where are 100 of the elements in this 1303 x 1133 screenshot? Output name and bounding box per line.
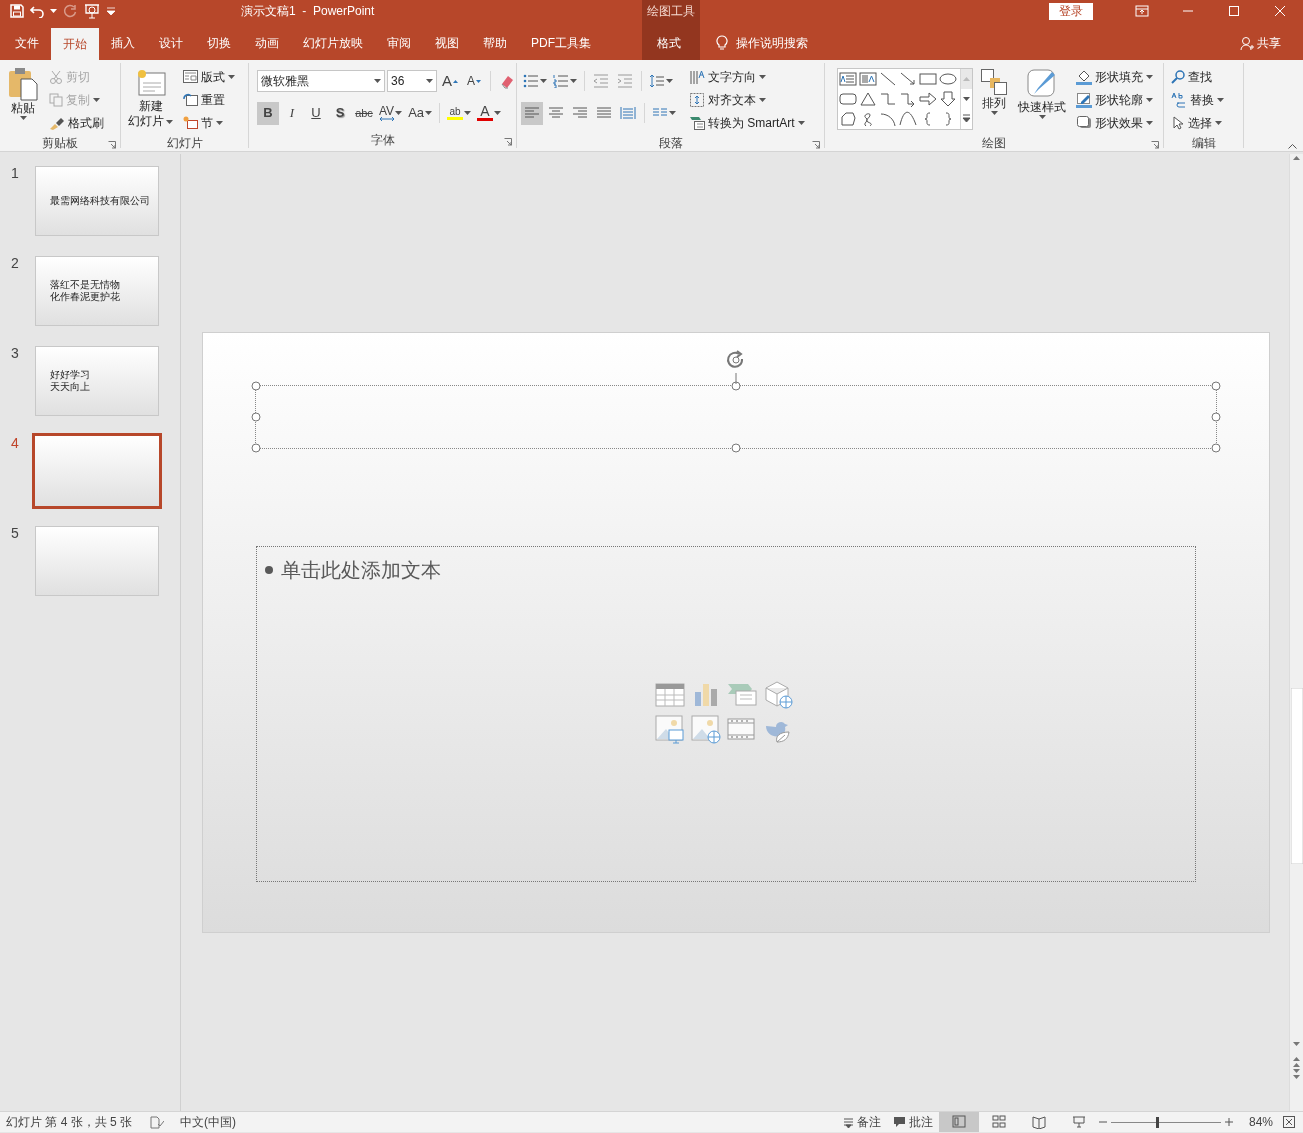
slide-thumbnail[interactable]: 最需网络科技有限公司	[35, 166, 159, 236]
dialog-launcher-icon[interactable]	[504, 138, 512, 146]
presenter-icon[interactable]	[83, 3, 101, 19]
quick-styles-button[interactable]: 快速样式	[1015, 65, 1069, 134]
new-slide-button[interactable]: 新建 幻灯片	[125, 65, 176, 134]
oval-icon[interactable]	[939, 73, 957, 85]
format-painter-button[interactable]: 格式刷	[46, 111, 116, 134]
next-slide-icon[interactable]	[1292, 1068, 1301, 1080]
ribbon-tab[interactable]: 帮助	[471, 28, 519, 58]
italic-button[interactable]: I	[281, 101, 303, 125]
collapse-ribbon-icon[interactable]	[1288, 144, 1297, 149]
shape-outline-button[interactable]: 形状轮廓	[1073, 88, 1159, 111]
ribbon-tab[interactable]: 审阅	[375, 28, 423, 58]
convert-to-smartart-button[interactable]: 转换为 SmartArt	[686, 111, 820, 134]
font-size-field[interactable]: 36	[387, 70, 437, 92]
ribbon-tab[interactable]: 插入	[99, 28, 147, 58]
freeform-icon[interactable]	[841, 112, 856, 126]
slide-thumbnail[interactable]	[32, 433, 162, 509]
reading-view-icon[interactable]	[1031, 1115, 1046, 1129]
highlight-button[interactable]: ab	[445, 101, 474, 125]
scribble-icon[interactable]	[864, 113, 872, 127]
strikethrough-button[interactable]: abc	[353, 101, 375, 125]
share-button[interactable]: 共享	[1240, 34, 1281, 52]
shape-fill-button[interactable]: 形状填充	[1073, 65, 1159, 88]
content-placeholder[interactable]: 单击此处添加文本	[256, 546, 1196, 882]
slide-thumbnail[interactable]: 落红不是无情物 化作春泥更护花	[35, 256, 159, 326]
insert-3d-model-icon[interactable]	[763, 680, 793, 710]
ribbon-tab[interactable]: 视图	[423, 28, 471, 58]
rounded-rectangle-icon[interactable]	[839, 93, 857, 105]
right-brace-icon[interactable]	[945, 112, 952, 126]
slide-thumbnail[interactable]	[35, 526, 159, 596]
zoom-level-button[interactable]: 84%	[1242, 1112, 1279, 1132]
maximize-icon[interactable]	[1227, 4, 1241, 18]
section-button[interactable]: 节	[180, 111, 244, 134]
slide-sorter-icon[interactable]	[991, 1115, 1006, 1129]
scroll-down-icon[interactable]	[1292, 1039, 1301, 1048]
close-icon[interactable]	[1273, 4, 1287, 18]
resize-handle[interactable]	[731, 381, 741, 391]
resize-handle[interactable]	[731, 443, 741, 453]
normal-view-icon[interactable]	[951, 1115, 966, 1129]
ribbon-display-icon[interactable]	[1135, 4, 1149, 18]
zoom-in-icon[interactable]	[1224, 1118, 1233, 1126]
underline-button[interactable]: U	[305, 101, 327, 125]
reset-button[interactable]: 重置	[180, 88, 244, 111]
ribbon-tab[interactable]: 动画	[243, 28, 291, 58]
triangle-icon[interactable]	[860, 92, 876, 106]
left-brace-icon[interactable]	[924, 112, 931, 126]
shadow-button[interactable]: S	[329, 101, 351, 125]
save-icon[interactable]	[10, 4, 24, 18]
resize-handle[interactable]	[1211, 443, 1221, 453]
ribbon-tab[interactable]: 幻灯片放映	[291, 28, 375, 58]
change-case-button[interactable]: Aa	[406, 101, 435, 125]
scroll-up-icon[interactable]	[1292, 154, 1301, 163]
grow-font-button[interactable]: A	[439, 69, 461, 93]
resize-handle[interactable]	[251, 412, 261, 422]
sign-in-button[interactable]: 登录	[1049, 2, 1093, 20]
ribbon-tab[interactable]: PDF工具集	[519, 28, 603, 58]
character-spacing-button[interactable]: AV	[377, 101, 405, 125]
spell-check-icon[interactable]	[150, 1115, 165, 1129]
dialog-launcher-icon[interactable]	[108, 141, 116, 149]
insert-picture-icon[interactable]	[655, 714, 685, 744]
arrange-button[interactable]: 排列	[977, 65, 1011, 134]
paste-button[interactable]: 粘贴	[4, 65, 42, 134]
replace-button[interactable]: 替换	[1168, 88, 1239, 111]
resize-handle[interactable]	[1211, 381, 1221, 391]
comments-button[interactable]: 批注	[886, 1112, 939, 1132]
previous-slide-icon[interactable]	[1292, 1056, 1301, 1068]
ribbon-tab[interactable]: 切换	[195, 28, 243, 58]
align-text-button[interactable]: 对齐文本	[686, 88, 820, 111]
resize-handle[interactable]	[251, 443, 261, 453]
ribbon-tab[interactable]: 文件	[3, 28, 51, 58]
vertical-text-box-icon[interactable]	[859, 72, 877, 86]
notes-button[interactable]: 备注	[836, 1112, 887, 1132]
insert-online-picture-icon[interactable]	[691, 714, 721, 744]
scrollbar-thumb[interactable]	[1290, 688, 1303, 864]
elbow-arrow-icon[interactable]	[900, 93, 915, 108]
slide-thumbnail[interactable]: 好好学习 天天向上	[35, 346, 159, 416]
down-arrow-icon[interactable]	[940, 91, 956, 107]
align-left-button[interactable]	[521, 101, 543, 125]
line-icon[interactable]	[880, 72, 896, 86]
ribbon-tab[interactable]: 开始	[51, 28, 99, 60]
font-color-button[interactable]: A	[475, 101, 504, 125]
customize-icon[interactable]	[107, 7, 115, 15]
ribbon-tab[interactable]: 设计	[147, 28, 195, 58]
find-button[interactable]: 查找	[1168, 65, 1239, 88]
resize-handle[interactable]	[1211, 412, 1221, 422]
shape-effects-button[interactable]: 形状效果	[1073, 111, 1159, 134]
layout-button[interactable]: 版式	[180, 65, 244, 88]
arrow-icon[interactable]	[900, 72, 915, 85]
dialog-launcher-icon[interactable]	[1151, 141, 1159, 149]
curve-icon[interactable]	[899, 111, 917, 126]
dialog-launcher-icon[interactable]	[812, 141, 820, 149]
select-button[interactable]: 选择	[1168, 111, 1239, 134]
right-arrow-icon[interactable]	[919, 92, 937, 106]
font-name-field[interactable]: 微软雅黑	[257, 70, 385, 92]
insert-table-icon[interactable]	[655, 680, 685, 710]
zoom-out-icon[interactable]	[1098, 1118, 1107, 1126]
arc-icon[interactable]	[880, 113, 896, 127]
bold-button[interactable]: B	[257, 101, 279, 125]
tell-me-search[interactable]: 操作说明搜索	[716, 34, 808, 52]
